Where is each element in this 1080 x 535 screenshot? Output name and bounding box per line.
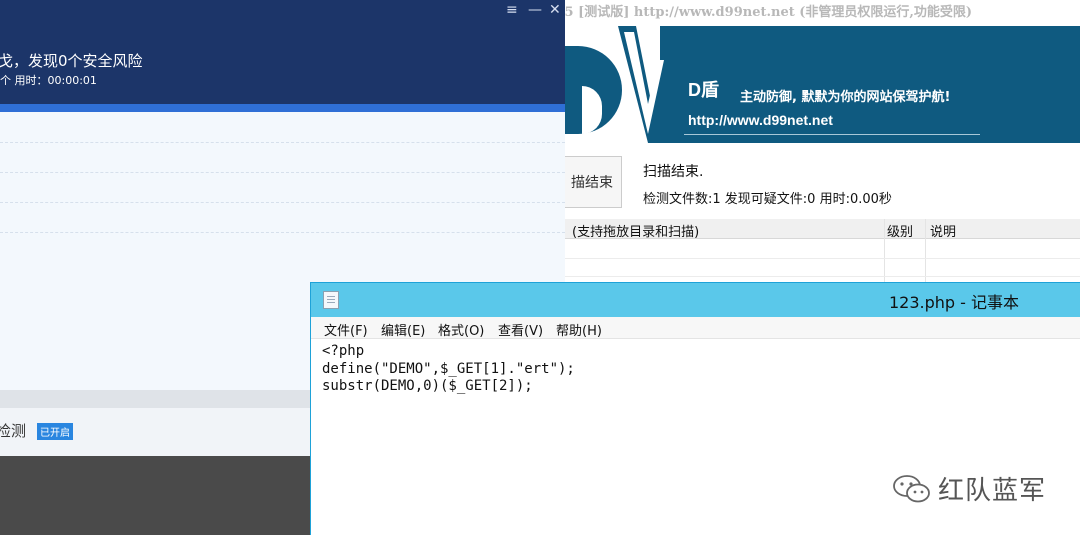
wechat-icon [893, 475, 930, 503]
menu-file[interactable]: 文件(F) [324, 320, 368, 339]
av-result-title: 戈，发现0个安全风险 [0, 52, 143, 70]
detect-status-badge[interactable]: 已开启 [37, 423, 73, 440]
menu-help[interactable]: 帮助(H) [556, 320, 602, 339]
results-grid-header: (支持拖放目录和扫描) 级别 说明 [560, 219, 1080, 240]
dshield-window: .5 [测试版] http://www.d99net.net (非管理员权限运行… [560, 0, 1080, 290]
detect-label: 检测 [0, 422, 27, 440]
menu-edit[interactable]: 编辑(E) [381, 320, 425, 339]
av-header: ≡ — ✕ 戈，发现0个安全风险 个 用时：00:00:01 [0, 0, 565, 108]
dshield-title: .5 [测试版] http://www.d99net.net (非管理员权限运行… [560, 0, 1080, 26]
menu-icon[interactable]: ≡ [506, 2, 518, 18]
notepad-menubar: 文件(F) 编辑(E) 格式(O) 查看(V) 帮助(H) [311, 317, 1080, 339]
dshield-url: http://www.d99net.net [688, 112, 833, 128]
column-header-level[interactable]: 级别 [887, 221, 913, 240]
scan-status: 扫描结束. [643, 164, 704, 180]
scan-stats: 检测文件数:1 发现可疑文件:0 用时:0.00秒 [643, 192, 892, 207]
close-icon[interactable]: ✕ [549, 2, 561, 18]
notepad-titlebar[interactable]: 123.php - 记事本 [311, 283, 1080, 317]
notepad-title: 123.php - 记事本 [889, 293, 1020, 312]
column-header-note[interactable]: 说明 [930, 221, 956, 240]
scan-button[interactable]: 描结束 [560, 156, 622, 208]
dshield-brand: D盾 [688, 80, 719, 100]
dshield-logo-v-icon [618, 26, 670, 143]
menu-view[interactable]: 查看(V) [498, 320, 543, 339]
minimize-icon[interactable]: — [528, 2, 542, 18]
column-header-path[interactable]: (支持拖放目录和扫描) [572, 221, 699, 240]
scan-progress-bar [0, 104, 565, 112]
dshield-logo [564, 46, 622, 134]
notepad-file-icon [323, 291, 339, 309]
watermark-text: 红队蓝军 [938, 476, 1047, 506]
menu-format[interactable]: 格式(O) [438, 320, 484, 339]
av-result-subtitle: 个 用时：00:00:01 [0, 74, 97, 87]
dshield-banner: D盾 主动防御, 默默为你的网站保驾护航! http://www.d99net.… [560, 26, 1080, 143]
notepad-text-area[interactable]: <?php define("DEMO",$_GET[1]."ert"); sub… [322, 343, 575, 396]
dshield-slogan: 主动防御, 默默为你的网站保驾护航! [740, 90, 951, 105]
